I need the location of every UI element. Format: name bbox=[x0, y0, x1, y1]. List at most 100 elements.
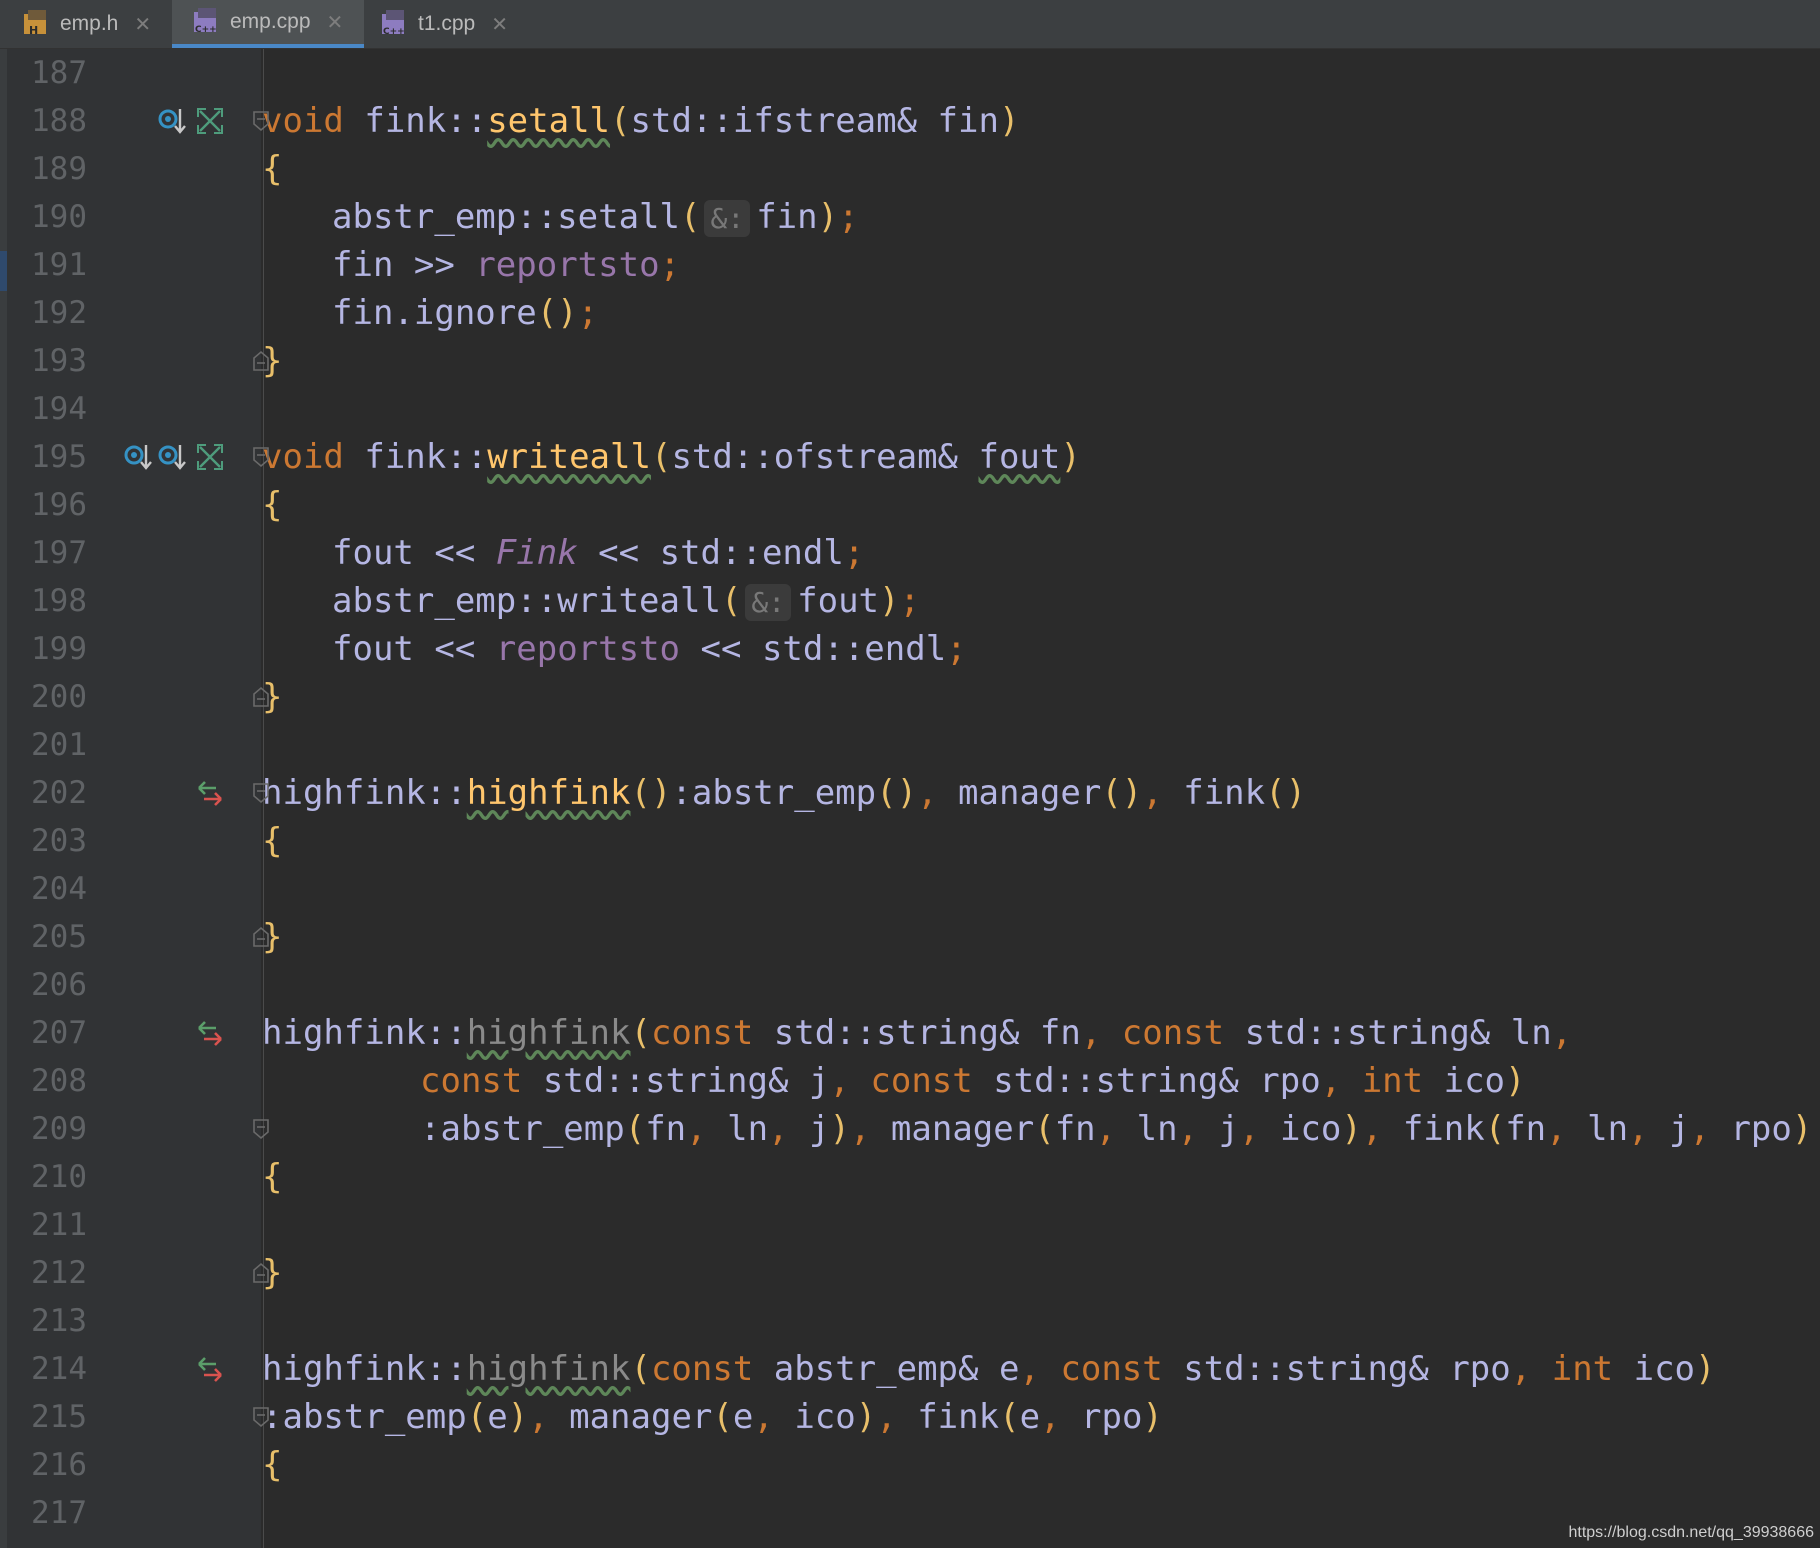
code-token: , bbox=[876, 1397, 897, 1437]
code-token: , bbox=[528, 1397, 549, 1437]
code-line[interactable]: highfink::highfink():abstr_emp(), manage… bbox=[262, 769, 1306, 817]
code-line[interactable]: { bbox=[262, 145, 282, 193]
line-number[interactable]: 193 bbox=[15, 337, 87, 385]
fold-start-icon[interactable] bbox=[252, 446, 270, 468]
code-line[interactable]: highfink::highfink(const std::string& fn… bbox=[262, 1009, 1572, 1057]
line-number[interactable]: 208 bbox=[15, 1057, 87, 1105]
line-number[interactable]: 192 bbox=[15, 289, 87, 337]
code-line[interactable]: const std::string& j, const std::string&… bbox=[420, 1057, 1526, 1105]
code-line[interactable]: fin.ignore(); bbox=[332, 289, 598, 337]
line-number[interactable]: 217 bbox=[15, 1489, 87, 1537]
code-line[interactable]: { bbox=[262, 1441, 282, 1489]
tab-t1-cpp[interactable]: C++ t1.cpp ✕ bbox=[364, 0, 534, 48]
code-line[interactable]: fin >> reportsto; bbox=[332, 241, 680, 289]
line-number[interactable]: 215 bbox=[15, 1393, 87, 1441]
tab-emp-h[interactable]: H emp.h ✕ bbox=[22, 0, 172, 48]
code-token: void bbox=[262, 101, 344, 141]
code-line[interactable]: :abstr_emp(e), manager(e, ico), fink(e, … bbox=[262, 1393, 1163, 1441]
code-line[interactable]: fout << reportsto << std::endl; bbox=[332, 625, 967, 673]
code-token: >> bbox=[413, 245, 455, 285]
code-editor[interactable]: void fink::setall(std::ifstream& fin){ab… bbox=[262, 49, 1820, 1548]
line-number[interactable]: 201 bbox=[15, 721, 87, 769]
code-token: e bbox=[732, 1397, 754, 1437]
code-line[interactable]: void fink::setall(std::ifstream& fin) bbox=[262, 97, 1019, 145]
line-number[interactable]: 195 bbox=[15, 433, 87, 481]
collapse-icon[interactable] bbox=[196, 443, 224, 471]
line-number[interactable]: 197 bbox=[15, 529, 87, 577]
line-number[interactable]: 203 bbox=[15, 817, 87, 865]
line-number[interactable]: 204 bbox=[15, 865, 87, 913]
code-line[interactable]: abstr_emp::writeall(&: fout); bbox=[332, 577, 920, 625]
line-number[interactable]: 187 bbox=[15, 49, 87, 97]
overrides-icon[interactable] bbox=[158, 107, 186, 135]
code-line[interactable]: fout << Fink << std::endl; bbox=[332, 529, 864, 577]
line-number[interactable]: 194 bbox=[15, 385, 87, 433]
code-token: reportsto bbox=[475, 245, 660, 285]
code-line[interactable]: abstr_emp::setall(&: fin); bbox=[332, 193, 859, 241]
code-token: ( bbox=[999, 1397, 1020, 1437]
implements-icon[interactable] bbox=[124, 443, 152, 471]
line-number[interactable]: 216 bbox=[15, 1441, 87, 1489]
fold-end-icon[interactable] bbox=[252, 926, 270, 948]
fold-end-icon[interactable] bbox=[252, 350, 270, 372]
code-token: , bbox=[1080, 1013, 1102, 1053]
line-number[interactable]: 214 bbox=[15, 1345, 87, 1393]
line-number[interactable]: 213 bbox=[15, 1297, 87, 1345]
close-icon[interactable]: ✕ bbox=[134, 12, 151, 37]
line-number[interactable]: 188 bbox=[15, 97, 87, 145]
fold-start-icon[interactable] bbox=[252, 1118, 270, 1140]
line-number[interactable]: 206 bbox=[15, 961, 87, 1009]
code-token: const bbox=[1121, 1013, 1225, 1053]
close-icon[interactable]: ✕ bbox=[327, 10, 344, 35]
code-token: manager bbox=[548, 1397, 713, 1437]
parameter-hint: &: bbox=[745, 584, 792, 621]
code-line[interactable]: { bbox=[262, 1153, 282, 1201]
fold-start-icon[interactable] bbox=[252, 782, 270, 804]
declaration-navigate-icon[interactable] bbox=[196, 779, 224, 807]
collapse-icon[interactable] bbox=[196, 107, 224, 135]
code-token: { bbox=[262, 1157, 283, 1197]
line-number[interactable]: 198 bbox=[15, 577, 87, 625]
project-panel-edge[interactable] bbox=[0, 49, 7, 1548]
declaration-navigate-icon[interactable] bbox=[196, 1355, 224, 1383]
fold-end-icon[interactable] bbox=[252, 686, 270, 708]
fold-start-icon[interactable] bbox=[252, 1406, 270, 1428]
fold-end-icon[interactable] bbox=[252, 1262, 270, 1284]
line-number[interactable]: 200 bbox=[15, 673, 87, 721]
line-number[interactable]: 190 bbox=[15, 193, 87, 241]
code-token: ) bbox=[998, 101, 1020, 141]
line-number[interactable]: 189 bbox=[15, 145, 87, 193]
code-token: ( bbox=[624, 1109, 646, 1149]
code-token: ico bbox=[773, 1397, 856, 1437]
line-number[interactable]: 211 bbox=[15, 1201, 87, 1249]
line-number[interactable]: 202 bbox=[15, 769, 87, 817]
code-token: fout bbox=[797, 581, 880, 621]
declaration-navigate-icon[interactable] bbox=[196, 1019, 224, 1047]
code-token: ) bbox=[507, 1397, 529, 1437]
line-number[interactable]: 191 bbox=[15, 241, 87, 289]
code-token: rpo bbox=[1060, 1397, 1143, 1437]
line-number[interactable]: 196 bbox=[15, 481, 87, 529]
project-selection-marker bbox=[0, 251, 7, 291]
overrides-icon[interactable] bbox=[158, 443, 186, 471]
line-number[interactable]: 205 bbox=[15, 913, 87, 961]
line-number[interactable]: 212 bbox=[15, 1249, 87, 1297]
code-token: ln bbox=[1566, 1109, 1629, 1149]
line-number[interactable]: 210 bbox=[15, 1153, 87, 1201]
line-number[interactable]: 199 bbox=[15, 625, 87, 673]
line-number[interactable]: 207 bbox=[15, 1009, 87, 1057]
code-token: highfink bbox=[466, 1349, 631, 1389]
code-line[interactable]: void fink::writeall(std::ofstream& fout) bbox=[262, 433, 1081, 481]
code-line[interactable]: :abstr_emp(fn, ln, j), manager(fn, ln, j… bbox=[420, 1105, 1812, 1153]
close-icon[interactable]: ✕ bbox=[491, 12, 508, 37]
tab-emp-cpp[interactable]: C++ emp.cpp ✕ bbox=[172, 0, 364, 48]
code-line[interactable]: highfink::highfink(const abstr_emp& e, c… bbox=[262, 1345, 1716, 1393]
code-line[interactable]: { bbox=[262, 817, 282, 865]
line-number[interactable]: 209 bbox=[15, 1105, 87, 1153]
cpp-file-icon: C++ bbox=[194, 8, 217, 35]
tab-label: t1.cpp bbox=[418, 12, 476, 35]
code-line[interactable]: { bbox=[262, 481, 282, 529]
fold-start-icon[interactable] bbox=[252, 110, 270, 132]
